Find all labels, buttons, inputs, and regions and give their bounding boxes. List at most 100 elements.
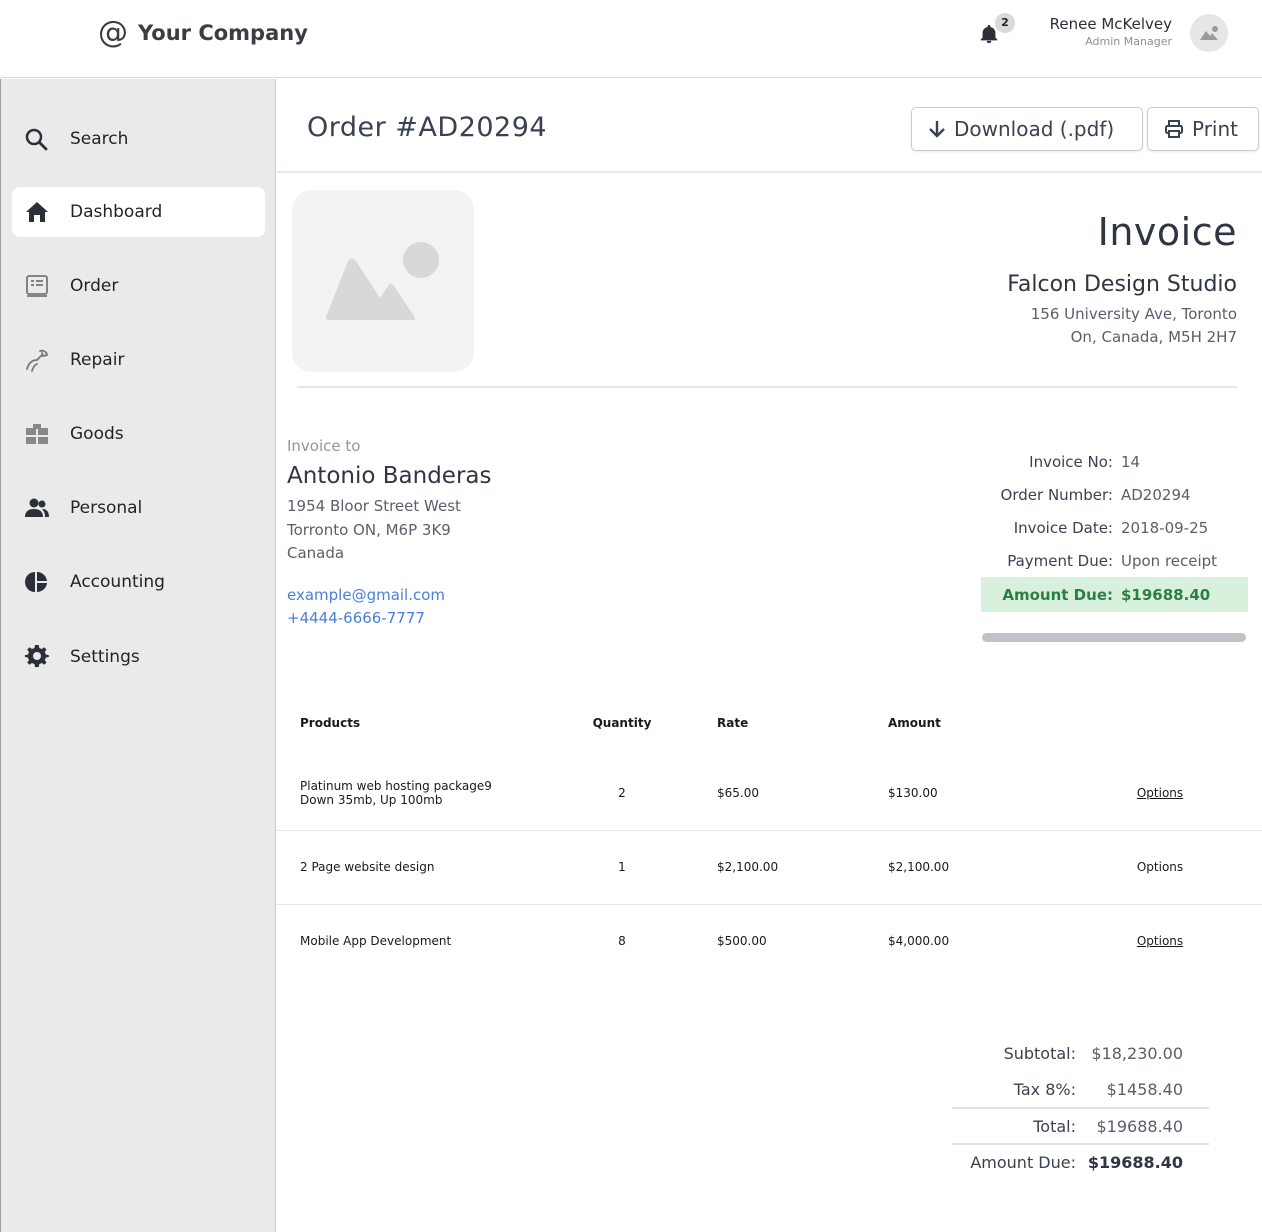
company-logo[interactable]: @ Your Company [98,18,308,48]
notification-badge: 2 [995,13,1015,33]
sidebar-item-goods[interactable]: Goods [12,409,265,459]
product-name: Mobile App Development [300,934,452,949]
print-button[interactable]: Print [1147,107,1259,151]
meta-value: AD20294 [1121,485,1191,504]
amount-cell: $4,000.00 [888,934,950,949]
table-header-row: Products Quantity Rate Amount [277,690,1262,756]
avatar-image-icon [1200,26,1218,40]
sidebar-item-search[interactable]: Search [12,114,265,164]
meta-key: Invoice No: [1029,452,1113,471]
invoice-company: Falcon Design Studio [1007,272,1237,297]
user-role: Admin Manager [1085,35,1172,48]
product-name: 2 Page website design [277,830,567,905]
options-link[interactable]: Options [1137,860,1183,874]
items-table: Products Quantity Rate Amount Platinum w… [277,690,1262,978]
customer-address-line: Canada [287,544,345,562]
image-placeholder-icon [326,242,439,320]
totals-key: Tax 8%: [1013,1079,1076,1099]
customer-address-line: Torronto ON, M6P 3K9 [287,520,451,539]
meta-value: $19688.40 [1121,585,1211,604]
sidebar-item-label: Dashboard [70,202,163,222]
meta-value: 2018-09-25 [1121,518,1209,537]
meta-key: Invoice Date: [1013,518,1113,537]
amount-cell: $2,100.00 [888,830,1058,905]
user-name: Renee McKelvey [1049,15,1172,33]
invoice-meta: Invoice No: 14 Order Number: AD20294 Inv… [981,445,1248,612]
amount-cell: $130.00 [888,756,1058,831]
customer-email-link[interactable]: example@gmail.com [287,584,491,608]
wrench-icon [26,349,48,372]
customer-phone-link[interactable]: +4444-6666-7777 [287,607,491,631]
printer-icon [1165,120,1183,138]
totals-value: $18,230.00 [1091,1043,1183,1063]
people-icon [25,498,49,517]
sidebar-item-label: Order [70,276,119,296]
pie-chart-icon [25,571,47,593]
meta-key: Order Number: [1000,485,1113,504]
meta-value: 14 [1121,452,1141,471]
options-link[interactable]: Options [1137,934,1183,948]
meta-row: Order Number: AD20294 [981,478,1248,511]
meta-key: Payment Due: [1007,551,1113,570]
horizontal-scrollbar[interactable] [982,633,1246,642]
table-row: Platinum web hosting package9 Down 35mb,… [277,756,1262,831]
bill-to: Invoice to Antonio Banderas 1954 Bloor S… [287,437,491,631]
home-icon [26,202,48,222]
amount-due-row: Amount Due: $19688.40 [981,577,1248,612]
totals-key: Subtotal: [1003,1043,1076,1063]
sidebar-item-accounting[interactable]: Accounting [12,557,265,607]
column-header: Amount [888,716,941,730]
meta-row: Invoice No: 14 [981,445,1248,478]
bill-to-label: Invoice to [287,437,361,455]
sidebar-item-order[interactable]: Order [12,261,265,311]
sidebar-item-label: Search [70,129,129,149]
order-icon [26,275,48,297]
invoice-title: Invoice [1097,210,1237,254]
product-name: Platinum web hosting package9 [300,778,492,793]
product-subtitle: Down 35mb, Up 100mb [300,792,443,807]
arrow-down-icon [929,121,945,138]
sidebar-item-repair[interactable]: Repair [12,335,265,385]
meta-key: Amount Due: [1002,585,1113,604]
company-name: Your Company [138,21,308,45]
sidebar-item-dashboard[interactable]: Dashboard [12,187,265,237]
address-line: 156 University Ave, Toronto [1030,305,1237,323]
print-label: Print [1192,117,1239,141]
invoice-header: Invoice Falcon Design Studio 156 Univers… [1007,210,1237,349]
search-icon [25,128,48,151]
total-row: Total: $19688.40 [952,1107,1209,1143]
top-bar: @ Your Company 2 Renee McKelvey Admin Ma… [0,0,1262,78]
amount-due-total-row: Amount Due: $19688.40 [952,1143,1209,1179]
divider [297,386,1237,388]
quantity-cell: 8 [618,934,626,949]
user-info[interactable]: Renee McKelvey Admin Manager [1050,15,1172,48]
order-header: Order #AD20294 Download (.pdf) Print [277,79,1262,173]
download-pdf-button[interactable]: Download (.pdf) [911,107,1143,151]
rate-cell: $2,100.00 [677,830,888,905]
rate-cell: $65.00 [677,756,888,831]
rate-cell: $500.00 [717,934,767,949]
sidebar-item-label: Accounting [70,572,165,592]
sidebar: Search Dashboard Order Repair Goods Pers… [0,79,276,1232]
sidebar-item-personal[interactable]: Personal [12,483,265,533]
totals-value: $19688.40 [1087,1152,1183,1172]
totals-key: Total: [1033,1116,1076,1136]
avatar[interactable] [1190,14,1228,52]
column-header: Quantity [592,716,652,730]
page-title: Order #AD20294 [307,112,548,143]
totals-key: Amount Due: [970,1152,1076,1172]
sidebar-item-label: Personal [70,498,143,518]
options-link[interactable]: Options [1137,786,1183,800]
at-sign-icon: @ [98,15,128,50]
quantity-cell: 2 [567,756,677,831]
quantity-cell: 1 [567,830,677,905]
sidebar-item-label: Repair [70,350,125,370]
company-logo-placeholder [292,190,474,372]
customer-name: Antonio Banderas [287,463,492,489]
sidebar-item-settings[interactable]: Settings [12,632,265,682]
table-row: Mobile App Development 8 $500.00 $4,000.… [277,904,1262,978]
box-icon [26,424,48,444]
table-row: 2 Page website design 1 $2,100.00 $2,100… [277,830,1262,905]
gear-icon [24,645,49,668]
subtotal-row: Subtotal: $18,230.00 [952,1035,1209,1071]
